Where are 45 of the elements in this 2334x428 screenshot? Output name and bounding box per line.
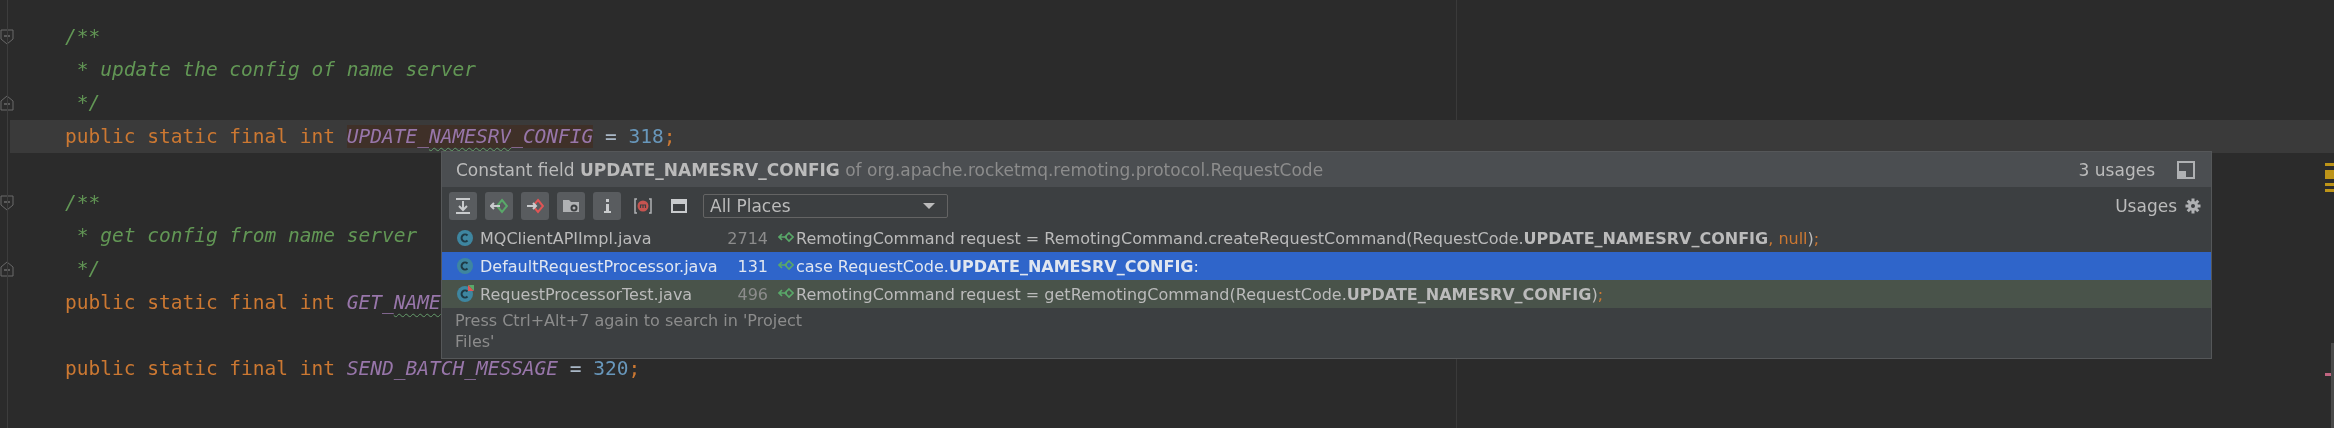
code-line: * update the config of name server	[75, 57, 476, 84]
arrow-icon	[778, 231, 794, 245]
settings-icon[interactable]	[2185, 197, 2201, 214]
module-icon	[634, 196, 652, 215]
file-name: MQClientAPIImpl.java	[480, 228, 653, 248]
usage-row[interactable]: MQClientAPIImpl.java 2714 RemotingCommand request = RemotingCommand.createRequestCommand(RequestCode.UPDATE_NAMESRV_CONFIG, null);	[442, 224, 2211, 252]
usage-code: RemotingCommand request = RemotingCommand.createRequestCommand(RequestCode.UPDATE_NAMESRV_CONFIG, null);	[796, 228, 1820, 248]
code-line: */	[75, 256, 101, 283]
line-number: 496	[736, 284, 768, 304]
popup-title: Constant field UPDATE_NAMESRV_CONFIG of org.apache.rocketmq.remoting.protocol.RequestCode	[456, 159, 1325, 180]
test-class-icon	[456, 285, 474, 303]
class-icon	[456, 229, 474, 247]
line-number: 2714	[726, 228, 768, 248]
usage-count: 3 usages	[2078, 159, 2155, 180]
code-line: /**	[65, 24, 101, 50]
left-arrow-icon	[490, 196, 508, 215]
toolbar-button[interactable]	[593, 191, 621, 220]
hint-text: Press Ctrl+Alt+7 again to search in 'Project Files'	[454, 310, 804, 352]
code-line: * get config from name server	[75, 223, 418, 250]
code-line: public static final int GET_NAME	[65, 289, 441, 316]
arrow-icon	[778, 259, 794, 273]
group-label: Usages	[2115, 195, 2177, 216]
usage-code: case RequestCode.UPDATE_NAMESRV_CONFIG:	[796, 256, 1199, 276]
window-icon[interactable]	[2177, 160, 2195, 179]
scope-dropdown[interactable]: All Places	[703, 193, 948, 218]
download-icon	[454, 196, 472, 215]
line-number: 131	[736, 256, 768, 276]
code-line: */	[75, 90, 101, 117]
right-arrow-icon	[526, 196, 544, 215]
code-line: /**	[65, 189, 101, 216]
file-name: RequestProcessorTest.java	[480, 284, 694, 304]
arrow-icon	[778, 287, 794, 301]
toolbar-button[interactable]	[449, 191, 477, 220]
usage-code: RemotingCommand request = getRemotingCommand(RequestCode.UPDATE_NAMESRV_CONFIG);	[796, 284, 1603, 304]
caret-icon	[923, 201, 935, 210]
toolbar-button[interactable]	[521, 191, 549, 220]
code-line: public static final int UPDATE_NAMESRV_CONFIG = 318;	[65, 123, 676, 150]
usage-row[interactable]: RequestProcessorTest.java 496 RemotingCommand request = getRemotingCommand(RequestCode.UPDATE_NAMESRV_CONFIG);	[442, 280, 2211, 308]
code-line: public static final int SEND_BATCH_MESSAGE = 320;	[65, 355, 641, 382]
usage-row[interactable]: DefaultRequestProcessor.java 131 case RequestCode.UPDATE_NAMESRV_CONFIG:	[442, 252, 2211, 280]
class-icon	[456, 257, 474, 275]
window-icon	[670, 196, 688, 215]
file-name: DefaultRequestProcessor.java	[480, 256, 719, 276]
toolbar-button[interactable]	[485, 191, 513, 220]
toolbar-button[interactable]	[557, 191, 585, 220]
